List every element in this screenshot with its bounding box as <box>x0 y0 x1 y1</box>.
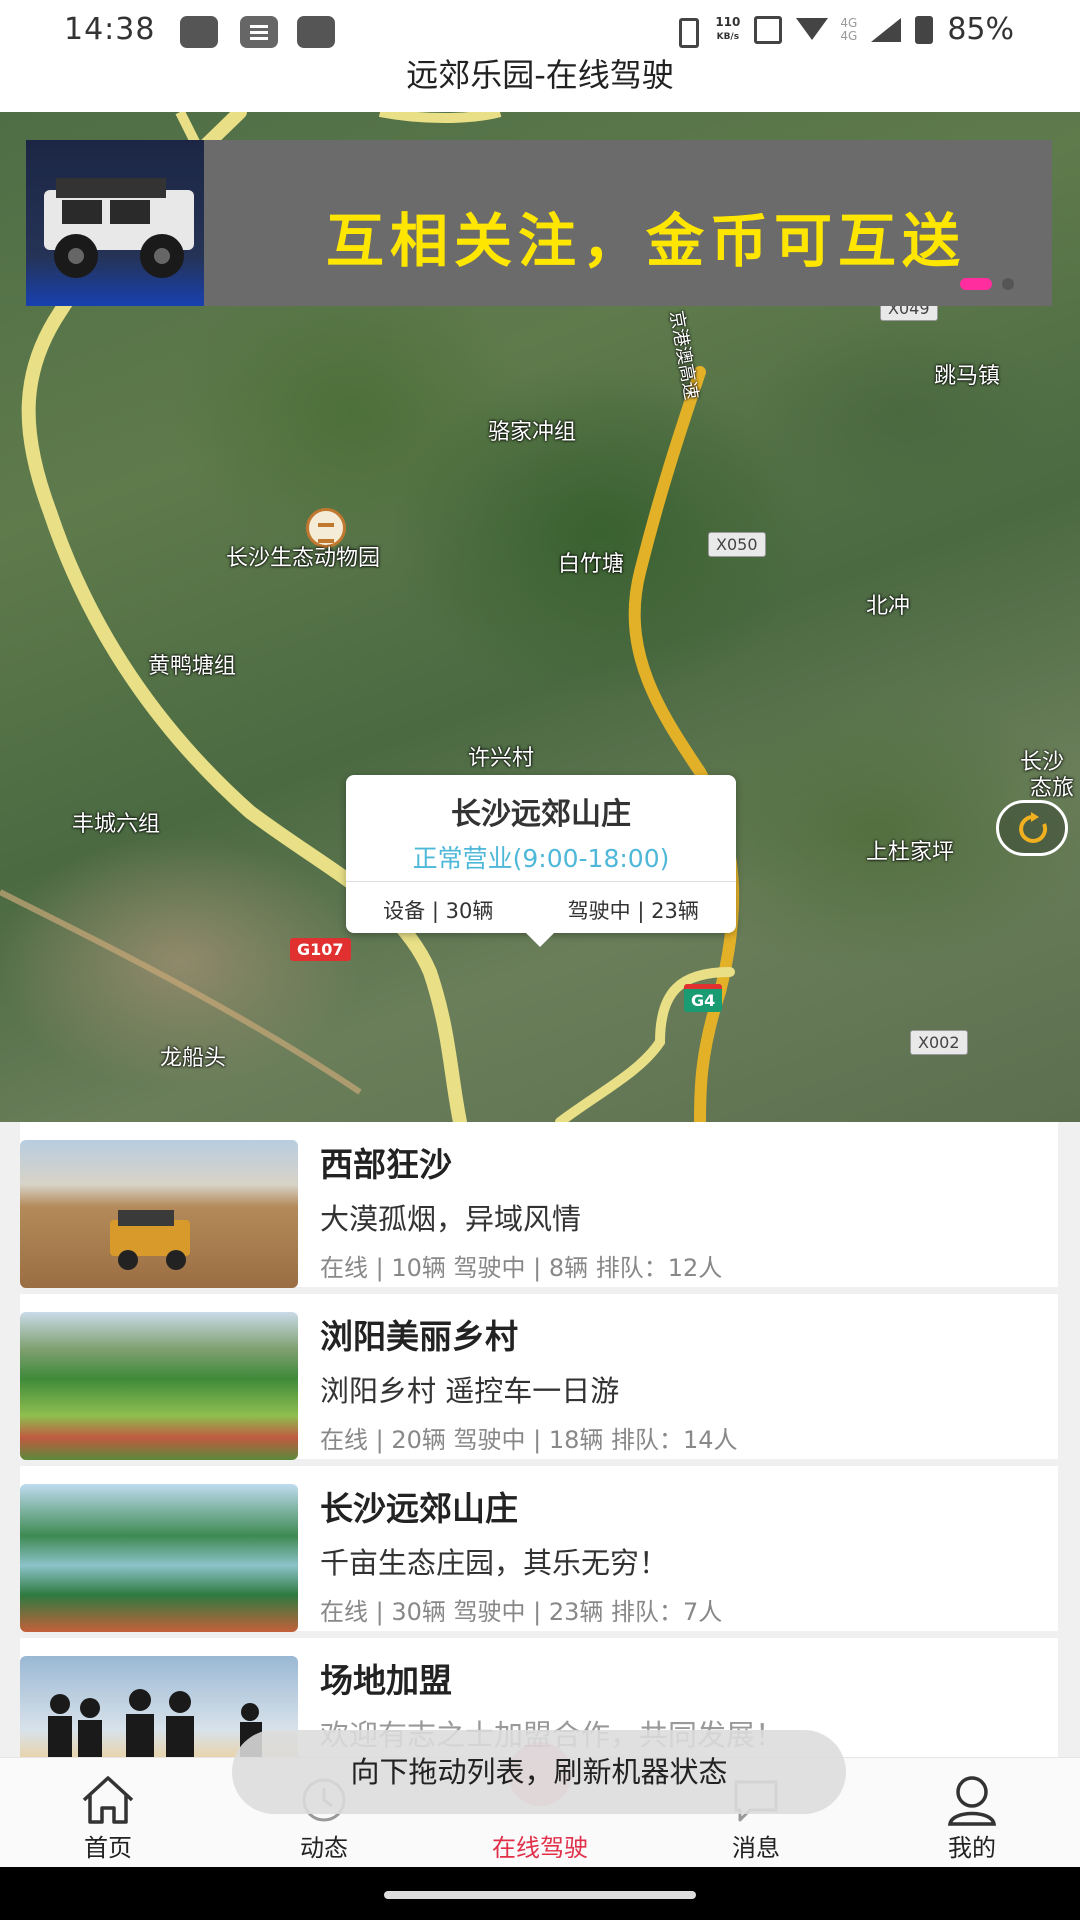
venue-title: 浏阳美丽乡村 <box>320 1317 518 1356</box>
road-tag: X002 <box>910 1030 968 1055</box>
venue-title: 西部狂沙 <box>320 1145 452 1184</box>
map-label: 龙船头 <box>160 1046 227 1071</box>
nfc-icon <box>754 15 783 44</box>
promo-banner[interactable]: 互相关注，金币可互送 <box>26 140 1052 306</box>
vibrate-icon <box>671 16 701 48</box>
driving-count: 驾驶中 | 23辆 <box>567 899 699 923</box>
signal-icon <box>871 16 902 44</box>
map-label: 北冲 <box>866 594 911 619</box>
venue-card[interactable]: 浏阳美丽乡村 浏阳乡村 遥控车一日游 在线 | 20辆 驾驶中 | 18辆 排队… <box>20 1294 1058 1460</box>
map-label: 丰城六组 <box>72 812 161 837</box>
venue-stats: 在线 | 10辆 驾驶中 | 8辆 排队：12人 <box>320 1254 723 1282</box>
venue-image <box>20 1312 298 1460</box>
venue-card[interactable]: 长沙远郊山庄 千亩生态庄园，其乐无穷！ 在线 | 30辆 驾驶中 | 23辆 排… <box>20 1466 1058 1632</box>
rc-car-image <box>26 140 204 306</box>
refresh-button[interactable] <box>996 800 1068 856</box>
map-label: 跳马镇 <box>934 364 1001 389</box>
map-label: 态旅 <box>1030 776 1075 801</box>
nav-home-label: 首页 <box>84 1834 132 1862</box>
venue-subtitle: 浏阳乡村 遥控车一日游 <box>320 1374 620 1408</box>
banner-dot[interactable] <box>1002 278 1014 290</box>
venue-image <box>20 1484 298 1632</box>
road-tag: X050 <box>708 532 766 557</box>
refresh-hint-toast: 向下拖动列表，刷新机器状态 <box>232 1730 846 1814</box>
notification-app-icon-2 <box>297 16 335 48</box>
venue-info-popup[interactable]: 长沙远郊山庄 正常营业(9:00-18:00) 设备 | 30辆 驾驶中 | 2… <box>346 775 736 947</box>
divider <box>346 881 736 882</box>
banner-text: 互相关注，金币可互送 <box>326 207 967 275</box>
system-navigation-bar <box>0 1867 1080 1920</box>
nav-home[interactable]: 首页 <box>0 1758 216 1868</box>
network-type: 4G 4G <box>840 15 858 43</box>
venue-name: 长沙远郊山庄 <box>451 797 631 832</box>
battery-level: 85% <box>947 12 1014 47</box>
map-label: 白竹塘 <box>558 552 625 577</box>
status-icons: 110 KB/s 4G 4G 85% <box>671 12 1014 48</box>
map-label: 上杜家坪 <box>866 840 955 865</box>
road-tag: G4 <box>684 984 723 1012</box>
app-screen: 14:38 110 KB/s 4G 4G 85% 远郊乐园-在线驾驶 骆家冲组 … <box>0 0 1080 1920</box>
map-label: 许兴村 <box>468 746 535 771</box>
venue-title: 长沙远郊山庄 <box>320 1489 518 1528</box>
nav-me-label: 我的 <box>948 1834 996 1862</box>
venue-hours: 正常营业(9:00-18:00) <box>412 844 670 873</box>
device-count: 设备 | 30辆 <box>383 899 494 923</box>
user-icon <box>947 1776 997 1826</box>
refresh-icon <box>1019 812 1048 843</box>
venue-list[interactable]: 西部狂沙 大漠孤烟，异域风情 在线 | 10辆 驾驶中 | 8辆 排队：12人 … <box>0 1122 1080 1757</box>
venue-image <box>20 1140 298 1288</box>
network-speed: 110 KB/s <box>715 14 741 42</box>
map-label: 骆家冲组 <box>488 420 577 445</box>
battery-icon <box>915 15 934 44</box>
home-icon <box>82 1776 134 1824</box>
page-title: 远郊乐园-在线驾驶 <box>406 56 674 94</box>
venue-stats: 在线 | 20辆 驾驶中 | 18辆 排队：14人 <box>320 1426 738 1454</box>
nav-messages-label: 消息 <box>732 1834 780 1862</box>
notification-document-icon <box>240 16 278 48</box>
map-label: 黄鸭塘组 <box>148 654 237 679</box>
map-label: 长沙生态动物园 <box>226 546 381 571</box>
nav-feed-label: 动态 <box>300 1834 348 1862</box>
road-tag: G107 <box>290 938 351 961</box>
venue-title: 场地加盟 <box>320 1661 452 1700</box>
banner-pagination <box>960 278 1014 290</box>
wifi-icon <box>796 16 829 44</box>
status-time: 14:38 <box>64 12 156 47</box>
home-gesture-bar[interactable] <box>384 1891 696 1899</box>
banner-dot-active[interactable] <box>960 278 992 290</box>
nav-me[interactable]: 我的 <box>864 1758 1080 1868</box>
venue-stats: 设备 | 30辆 驾驶中 | 23辆 <box>346 895 736 925</box>
notification-app-icon <box>180 16 218 48</box>
venue-card[interactable]: 西部狂沙 大漠孤烟，异域风情 在线 | 10辆 驾驶中 | 8辆 排队：12人 <box>20 1122 1058 1288</box>
venue-subtitle: 大漠孤烟，异域风情 <box>320 1202 582 1236</box>
nav-drive-label: 在线驾驶 <box>492 1834 588 1862</box>
venue-subtitle: 千亩生态庄园，其乐无穷！ <box>320 1546 669 1580</box>
venue-stats: 在线 | 30辆 驾驶中 | 23辆 排队：7人 <box>320 1598 723 1626</box>
